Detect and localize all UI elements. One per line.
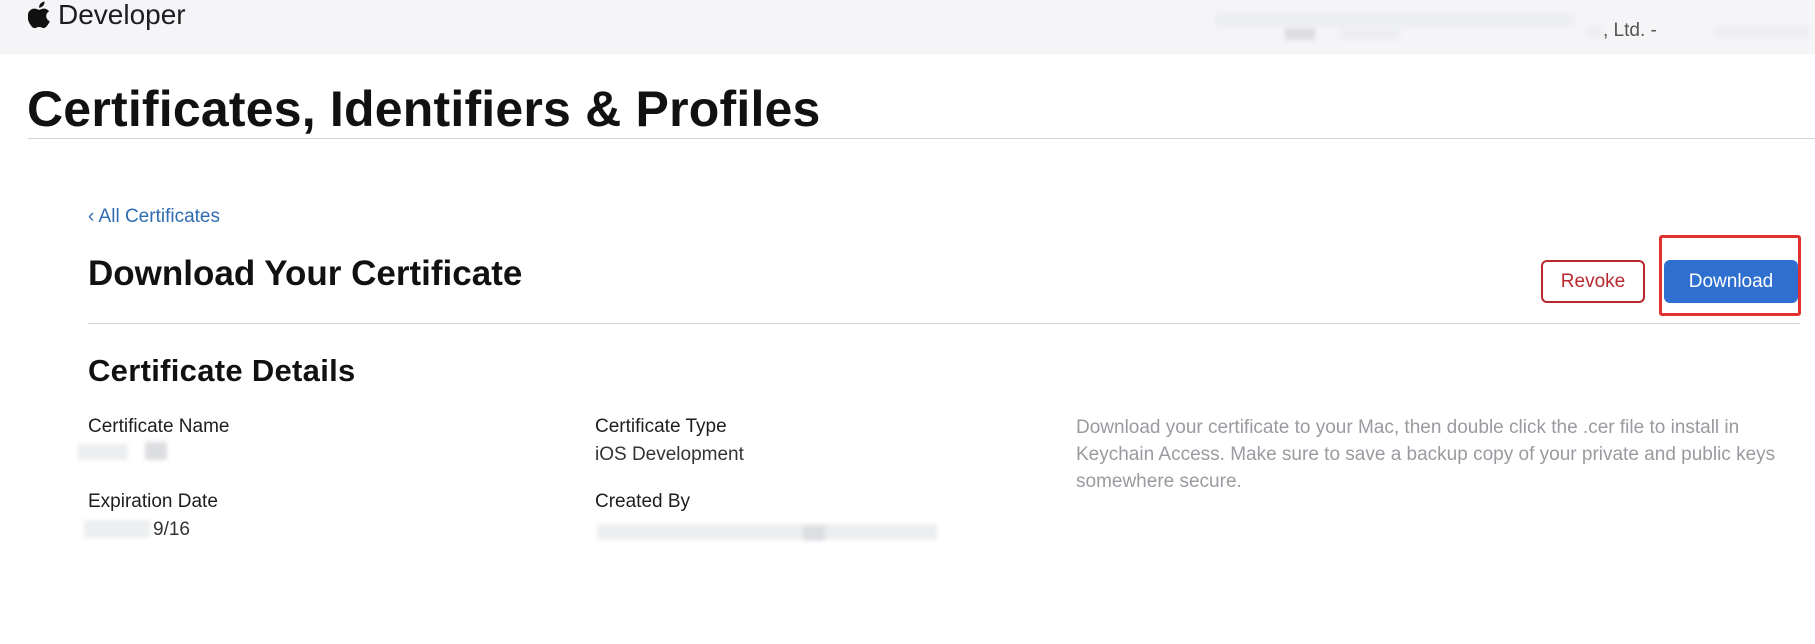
developer-brand-label: Developer [58,0,186,30]
redacted-account-info [1215,13,1575,27]
section-title: Download Your Certificate [88,254,523,293]
divider [88,323,1800,324]
divider [28,138,1815,139]
redacted-account-info [1285,28,1315,40]
page-title: Certificates, Identifiers & Profiles [27,81,821,137]
redacted-created-by [597,524,937,540]
back-to-all-certificates-link[interactable]: ‹ All Certificates [88,206,220,228]
redacted-expiration-date [84,520,150,538]
expiration-date-value: 9/16 [153,519,190,540]
apple-logo-icon [28,1,52,29]
redacted-certificate-name [78,444,128,460]
certificate-type-value: iOS Development [595,444,744,465]
expiration-date-label: Expiration Date [88,491,218,512]
redacted-account-info [1585,26,1603,38]
redacted-certificate-name [145,442,167,460]
redacted-created-by [803,526,825,540]
download-instructions-text: Download your certificate to your Mac, t… [1076,417,1776,492]
download-highlight-box [1659,235,1801,316]
developer-home-link[interactable]: Developer [28,0,186,30]
certificate-details-title: Certificate Details [88,353,356,388]
revoke-button[interactable]: Revoke [1541,260,1645,303]
team-name[interactable]: , Ltd. - [1603,20,1657,42]
redacted-account-info [1340,28,1400,40]
certificate-type-label: Certificate Type [595,416,727,437]
certificate-name-label: Certificate Name [88,416,230,437]
top-navigation-bar: Developer , Ltd. - [0,0,1815,54]
created-by-label: Created By [595,491,691,512]
redacted-account-info [1715,26,1810,38]
